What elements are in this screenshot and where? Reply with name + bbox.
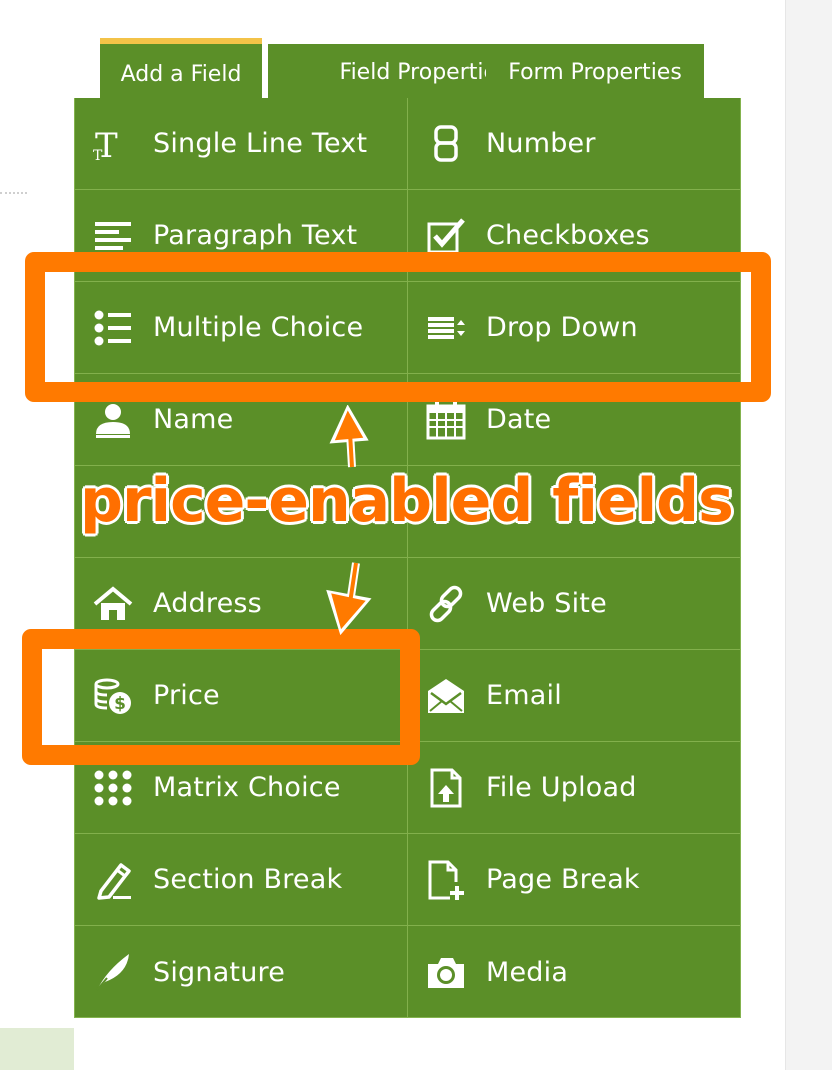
- field-label: Page Break: [486, 864, 640, 895]
- field-label: Paragraph Text: [153, 220, 358, 251]
- field-label: Email: [486, 680, 562, 711]
- field-single-line-text-button[interactable]: TT Single Line Text: [75, 98, 408, 190]
- field-file-upload-button[interactable]: File Upload: [408, 742, 741, 834]
- field-label: Single Line Text: [153, 128, 368, 159]
- home-icon: [91, 582, 135, 626]
- field-number-button[interactable]: Number: [408, 98, 741, 190]
- envelope-icon: [424, 674, 468, 718]
- field-web-site-button[interactable]: Web Site: [408, 558, 741, 650]
- highlight-box-price: [22, 629, 420, 765]
- annotation-callout-text: price-enabled fields: [80, 466, 734, 536]
- person-icon: [91, 398, 135, 442]
- field-section-break-button[interactable]: Section Break: [75, 834, 408, 926]
- field-label: Address: [153, 588, 262, 619]
- field-page-break-button[interactable]: Page Break: [408, 834, 741, 926]
- checkbox-icon: [424, 214, 468, 258]
- field-label: Checkboxes: [486, 220, 650, 251]
- right-scroll-area: [785, 0, 832, 1070]
- field-label: Media: [486, 956, 569, 988]
- dotted-divider: [0, 192, 27, 194]
- camera-icon: [424, 950, 468, 994]
- field-label: Name: [153, 404, 234, 435]
- feather-icon: [91, 950, 135, 994]
- number-icon: [424, 122, 468, 166]
- field-label: File Upload: [486, 772, 637, 803]
- grid-dots-icon: [91, 766, 135, 810]
- calendar-icon: [424, 398, 468, 442]
- field-label: Signature: [153, 956, 286, 988]
- field-signature-button[interactable]: Signature: [75, 926, 408, 1018]
- field-label: Date: [486, 404, 552, 435]
- field-label: Web Site: [486, 588, 607, 619]
- tab-add-a-field[interactable]: Add a Field: [100, 38, 262, 98]
- field-label: Matrix Choice: [153, 772, 341, 803]
- pencil-icon: [91, 858, 135, 902]
- tab-form-properties[interactable]: Form Properties: [486, 44, 704, 98]
- field-media-button[interactable]: Media: [408, 926, 741, 1018]
- svg-text:T: T: [93, 148, 103, 164]
- link-icon: [424, 582, 468, 626]
- highlight-box-multiple-choice-drop-down: [25, 252, 771, 402]
- page-add-icon: [424, 858, 468, 902]
- field-label: Section Break: [153, 864, 343, 895]
- field-label: Number: [486, 128, 596, 159]
- file-upload-icon: [424, 766, 468, 810]
- single-line-text-icon: TT: [91, 122, 135, 166]
- field-email-button[interactable]: Email: [408, 650, 741, 742]
- form-area-edge: [0, 1028, 74, 1070]
- add-field-panel: TT Single Line Text Number Paragraph Tex…: [74, 98, 741, 1018]
- paragraph-text-icon: [91, 214, 135, 258]
